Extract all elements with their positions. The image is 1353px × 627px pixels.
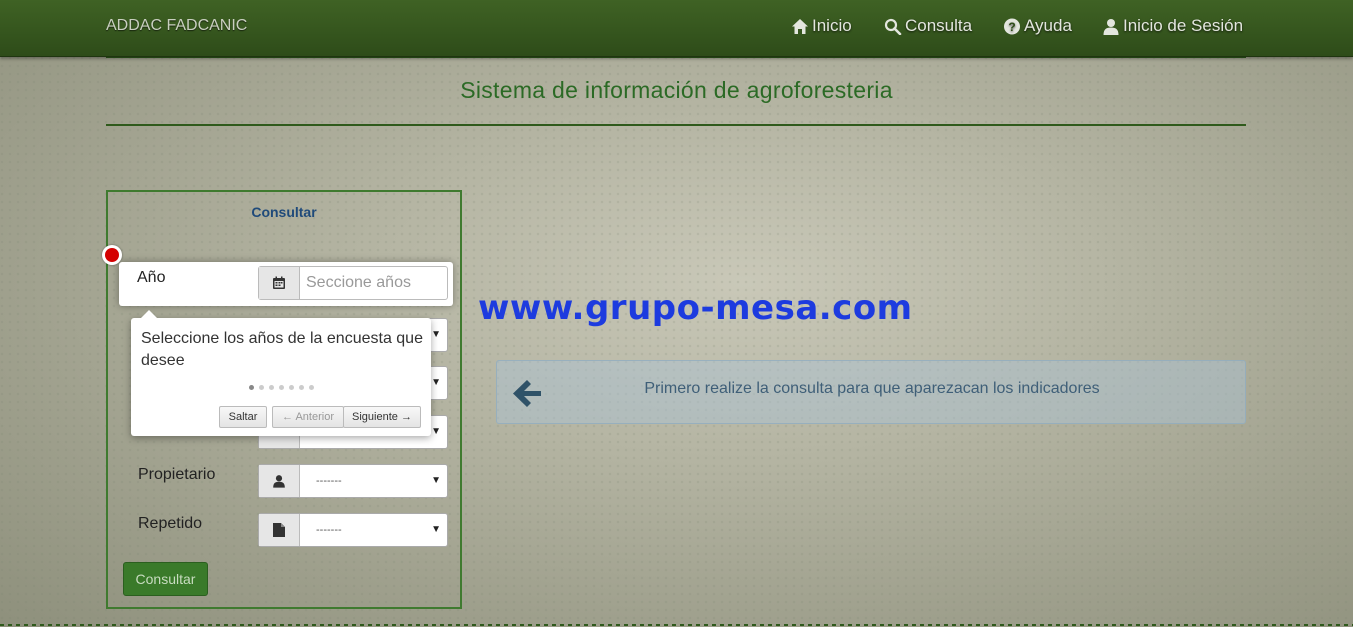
- tour-skip-button[interactable]: Saltar: [219, 406, 267, 428]
- tour-dot[interactable]: [278, 385, 284, 390]
- chevron-down-icon: ▼: [431, 377, 441, 388]
- info-alert-text: Primero realize la consulta para que apa…: [644, 380, 1100, 397]
- nav-consulta-label: Consulta: [905, 16, 973, 35]
- watermark-text: www.grupo-mesa.com: [478, 288, 913, 328]
- ano-input[interactable]: [300, 267, 447, 299]
- calendar-icon[interactable]: [259, 267, 300, 299]
- query-panel-title: Consultar: [251, 204, 317, 220]
- nav-consulta[interactable]: Consulta: [884, 16, 972, 36]
- question-icon: ?: [1004, 18, 1020, 34]
- user-icon: [1103, 18, 1119, 35]
- tour-dot[interactable]: [298, 385, 304, 390]
- tour-tooltip-text: Seleccione los años de la encuesta que d…: [141, 330, 423, 369]
- repetido-select[interactable]: ------- ▼: [258, 513, 448, 547]
- propietario-value: -------: [316, 475, 342, 487]
- nav-inicio-sesion[interactable]: Inicio de Sesión: [1102, 16, 1243, 36]
- tour-highlight-ano: Año: [119, 262, 453, 306]
- tour-next-button[interactable]: Siguiente →: [343, 406, 421, 428]
- ano-input-group: [258, 266, 448, 300]
- chevron-down-icon: ▼: [431, 329, 441, 340]
- info-alert: Primero realize la consulta para que apa…: [496, 360, 1246, 424]
- top-navbar: ADDAC FADCANIC Inicio Consulta ? Ayuda I…: [0, 0, 1353, 57]
- tour-dot[interactable]: [258, 385, 264, 390]
- user-icon: [259, 465, 300, 497]
- tour-dot[interactable]: [308, 385, 314, 390]
- chevron-down-icon: ▼: [431, 426, 441, 437]
- tour-step-marker: [102, 245, 122, 265]
- nav-inicio-sesion-label: Inicio de Sesión: [1123, 16, 1244, 35]
- consultar-button[interactable]: Consultar: [123, 562, 208, 596]
- svg-text:?: ?: [1008, 20, 1015, 34]
- repetido-label: Repetido: [138, 515, 203, 532]
- repetido-value: -------: [316, 524, 342, 536]
- tour-tooltip: Seleccione los años de la encuesta que d…: [131, 310, 431, 436]
- footer-divider: [0, 624, 1353, 626]
- page-title: Sistema de información de agroforesteria: [460, 77, 893, 103]
- brand-logo-text[interactable]: ADDAC FADCANIC: [106, 17, 247, 35]
- propietario-select[interactable]: ------- ▼: [258, 464, 448, 498]
- ano-label: Año: [137, 269, 166, 286]
- nav-ayuda[interactable]: ? Ayuda: [1003, 16, 1072, 36]
- tour-dot[interactable]: [288, 385, 294, 390]
- propietario-label: Propietario: [138, 466, 216, 483]
- file-icon: [259, 514, 300, 546]
- tour-dot[interactable]: [268, 385, 274, 390]
- tour-dot[interactable]: [248, 385, 254, 390]
- nav-ayuda-label: Ayuda: [1024, 16, 1072, 35]
- nav-inicio-label: Inicio: [812, 16, 852, 35]
- header-divider-bottom: [106, 124, 1246, 126]
- tour-progress-dots: [131, 385, 431, 390]
- search-icon: [884, 18, 902, 35]
- nav-inicio[interactable]: Inicio: [791, 16, 852, 36]
- home-icon: [792, 18, 808, 34]
- tour-prev-button[interactable]: ← Anterior: [272, 406, 344, 428]
- chevron-down-icon: ▼: [431, 524, 441, 535]
- chevron-down-icon: ▼: [431, 475, 441, 486]
